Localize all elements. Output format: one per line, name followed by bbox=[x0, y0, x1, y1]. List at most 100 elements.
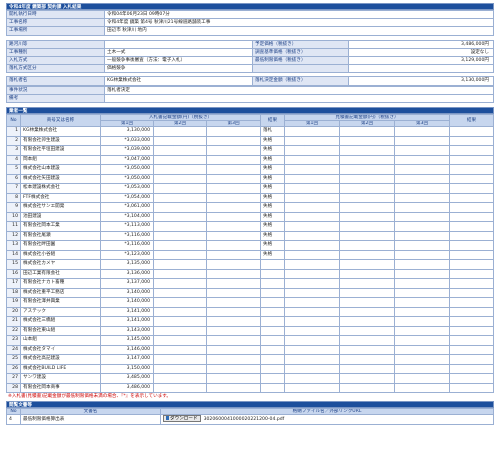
bid-round-2 bbox=[153, 135, 207, 147]
bid-round-1: *3,047,000 bbox=[100, 154, 154, 166]
bidder-no: 5 bbox=[6, 164, 21, 175]
bidder-name: 有限会社平垣田建設 bbox=[20, 145, 101, 156]
info-table-status: 事件状況 落札者決定 備考 bbox=[6, 85, 494, 104]
est-result bbox=[449, 183, 494, 194]
bid-result: 失格 bbox=[260, 183, 285, 194]
est-round-2 bbox=[339, 126, 395, 137]
info-value: 価格競争 bbox=[104, 64, 253, 74]
est-result bbox=[449, 268, 494, 280]
bid-result: 失格 bbox=[260, 202, 285, 213]
bidder-name: 田辺工業有限会社 bbox=[20, 268, 101, 280]
bid-round-1: *3,054,000 bbox=[100, 192, 154, 204]
download-button[interactable]: ダウンロード bbox=[163, 415, 201, 423]
bid-round-3 bbox=[206, 183, 261, 194]
est-round-3 bbox=[394, 221, 450, 232]
est-round-1 bbox=[284, 325, 340, 337]
est-round-3 bbox=[394, 145, 450, 156]
table-row: 15 株式会社カメヤ 3,135,000 bbox=[6, 259, 494, 270]
price-label: 最低制限価格（税抜き） bbox=[252, 56, 349, 66]
bidder-no: 13 bbox=[6, 240, 21, 251]
table-row: 25 株式会社高記建設 3,147,000 bbox=[6, 354, 494, 365]
est-round-1 bbox=[284, 183, 340, 194]
price-value bbox=[348, 64, 494, 74]
est-round-1 bbox=[284, 335, 340, 346]
est-round-1 bbox=[284, 259, 340, 270]
bidder-no: 11 bbox=[6, 221, 21, 232]
bidder-name: 株式会社カメヤ bbox=[20, 259, 101, 270]
bidder-no: 9 bbox=[6, 202, 21, 213]
est-round-1 bbox=[284, 373, 340, 384]
bid-round-1: 3,136,000 bbox=[100, 268, 154, 280]
winner-label: 落札者名 bbox=[6, 76, 105, 86]
bid-result bbox=[260, 363, 285, 375]
est-result bbox=[449, 202, 494, 213]
bid-round-1: *3,050,000 bbox=[100, 173, 154, 185]
bid-round-3 bbox=[206, 287, 261, 299]
est-round-1 bbox=[284, 287, 340, 299]
est-round-3 bbox=[394, 278, 450, 289]
est-round-3 bbox=[394, 240, 450, 251]
info-value: 令和04年06月23日 09時07分 bbox=[104, 9, 494, 20]
est-round-3 bbox=[394, 344, 450, 356]
bid-result bbox=[260, 259, 285, 270]
bid-result: 失格 bbox=[260, 249, 285, 261]
info-value: 土木一式 bbox=[104, 47, 253, 58]
bid-result: 落札 bbox=[260, 126, 285, 137]
bid-round-1: 3,141,000 bbox=[100, 316, 154, 327]
price-row: 路河川等 予定価格（税抜き） 3,486,000円 bbox=[6, 39, 494, 49]
bid-round-1: *3,116,000 bbox=[100, 230, 154, 242]
bid-result: 失格 bbox=[260, 240, 285, 251]
bidder-name: 有限会社東山組 bbox=[20, 325, 101, 337]
bidder-name: 山本組 bbox=[20, 335, 101, 346]
bidder-no: 7 bbox=[6, 183, 21, 194]
est-round-1 bbox=[284, 173, 340, 185]
est-round-1 bbox=[284, 316, 340, 327]
bid-round-3 bbox=[206, 240, 261, 251]
bidder-no: 19 bbox=[6, 297, 21, 308]
est-round-3 bbox=[394, 135, 450, 147]
documents-table: No 文書名 格納ファイル名／外部リンクURL 4 最低制限価格算出表 ダウンロード… bbox=[6, 408, 494, 426]
table-row: 3 有限会社平垣田建設 *3,039,000 失格 bbox=[6, 145, 494, 156]
bidder-name: 有限会社岡本商事 bbox=[20, 382, 101, 394]
est-round-1 bbox=[284, 278, 340, 289]
bid-round-2 bbox=[153, 363, 207, 375]
download-button-label: ダウンロード bbox=[170, 416, 198, 422]
info-value bbox=[104, 39, 253, 49]
bid-round-2 bbox=[153, 154, 207, 166]
bidder-name: 株式会社三橋組 bbox=[20, 316, 101, 327]
bid-result: 失格 bbox=[260, 221, 285, 232]
bid-round-2 bbox=[153, 164, 207, 175]
table-row: 7 松本建設株式会社 *3,053,000 失格 bbox=[6, 183, 494, 194]
bid-result: 失格 bbox=[260, 154, 285, 166]
bid-round-1: 3,150,000 bbox=[100, 363, 154, 375]
bid-round-1: *3,053,000 bbox=[100, 183, 154, 194]
bid-round-1: 3,146,000 bbox=[100, 344, 154, 356]
est-round-2 bbox=[339, 173, 395, 185]
est-round-1 bbox=[284, 154, 340, 166]
est-round-1 bbox=[284, 306, 340, 318]
est-round-2 bbox=[339, 192, 395, 204]
est-round-3 bbox=[394, 173, 450, 185]
info-table-price: 路河川等 予定価格（税抜き） 3,486,000円 工事種別 土木一式 調査基準価格（税抜… bbox=[6, 39, 494, 74]
bid-round-1: 3,485,000 bbox=[100, 373, 154, 384]
bid-result: 失格 bbox=[260, 192, 285, 204]
price-row: 落札方式区分 価格競争 bbox=[6, 64, 494, 74]
table-row: 4 岡本組 *3,047,000 失格 bbox=[6, 154, 494, 166]
bid-round-2 bbox=[153, 297, 207, 308]
est-result bbox=[449, 164, 494, 175]
bid-result bbox=[260, 306, 285, 318]
table-row: 16 田辺工業有限会社 3,136,000 bbox=[6, 268, 494, 280]
info-table-top: 開札執行日時 令和04年06月23日 09時07分 工事名称 令和4年度 鏡築 第4号… bbox=[6, 9, 494, 36]
est-result bbox=[449, 335, 494, 346]
est-round-2 bbox=[339, 297, 395, 308]
est-result bbox=[449, 126, 494, 137]
bidder-name: 株式会社矢田建設 bbox=[20, 173, 101, 185]
bid-round-2 bbox=[153, 287, 207, 299]
bid-round-2 bbox=[153, 373, 207, 384]
info-value: 一般競争事後審査（方法：電子入札） bbox=[104, 56, 253, 66]
est-round-2 bbox=[339, 373, 395, 384]
bid-result bbox=[260, 373, 285, 384]
bid-round-1: 3,143,000 bbox=[100, 325, 154, 337]
col-name: 商号又は名称 bbox=[20, 114, 101, 128]
info-value: 落札者決定 bbox=[104, 85, 494, 95]
